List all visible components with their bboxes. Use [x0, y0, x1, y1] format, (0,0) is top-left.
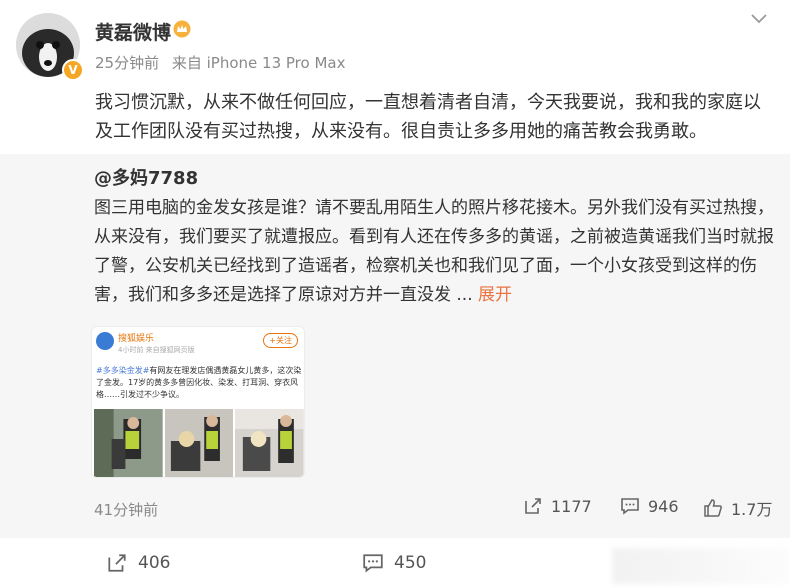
comment-count: 450 — [394, 553, 427, 573]
salon-photo-1 — [94, 409, 163, 477]
repost-button[interactable]: 406 — [106, 552, 170, 574]
quote-author[interactable]: @多妈7788 — [94, 164, 198, 190]
quoted-post[interactable]: @多妈7788 图三用电脑的金发女孩是谁？请不要乱用陌生人的照片移花接木。另外我… — [0, 154, 790, 538]
crown-icon — [173, 20, 191, 38]
quote-ellipsis: ... — [451, 285, 479, 305]
comment-button[interactable]: 450 — [362, 552, 426, 574]
expand-link[interactable]: 展开 — [478, 285, 512, 305]
image-header: 搜狐娱乐 4小时前 来自搜狐网页版 +关注 — [92, 327, 304, 361]
bottom-action-bar: 406 450 — [0, 538, 790, 588]
image-text: #多多染金发#有网友在理发店偶遇黄磊女儿黄多，这次染了金发。17岁的黄多多曾因化… — [96, 365, 302, 401]
post-source: 来自 iPhone 13 Pro Max — [171, 54, 346, 72]
image-follow-button: +关注 — [263, 333, 298, 348]
image-photos — [94, 409, 304, 477]
author-name[interactable]: 黄磊微博 — [95, 18, 171, 45]
quote-time: 41分钟前 — [94, 501, 159, 519]
image-account-name: 搜狐娱乐 — [118, 334, 155, 344]
repost-icon — [525, 498, 541, 514]
quote-like-count: 1.7万 — [731, 500, 773, 519]
post-time: 25分钟前 — [95, 54, 160, 72]
comment-icon — [363, 554, 383, 573]
verified-badge-icon: V — [62, 59, 84, 81]
quote-like-button[interactable]: 1.7万 — [703, 496, 772, 520]
salon-photo-3 — [235, 409, 304, 477]
image-avatar — [96, 332, 114, 350]
image-hashtag: #多多染金发# — [96, 366, 150, 375]
quote-body: 图三用电脑的金发女孩是谁？请不要乱用陌生人的照片移花接木。另外我们没有买过热搜，… — [94, 198, 774, 305]
post-meta: 25分钟前 来自 iPhone 13 Pro Max — [95, 52, 353, 73]
post-text: 我习惯沉默，从来不做任何回应，一直想着清者自清，今天我要说，我和我的家庭以及工作… — [95, 92, 761, 142]
image-meta: 4小时前 来自搜狐网页版 — [118, 346, 195, 354]
repost-icon — [108, 554, 126, 572]
quote-image[interactable]: 搜狐娱乐 4小时前 来自搜狐网页版 +关注 #多多染金发#有网友在理发店偶遇黄磊… — [91, 326, 305, 478]
quote-repost-button[interactable]: 1177 — [523, 496, 592, 516]
quote-comment-button[interactable]: 946 — [620, 496, 679, 516]
thumbs-up-icon — [704, 499, 722, 517]
blurred-region — [612, 548, 790, 584]
salon-photo-2 — [164, 409, 234, 477]
chevron-down-icon[interactable] — [750, 12, 768, 26]
repost-count: 406 — [138, 553, 171, 573]
comment-icon — [621, 498, 639, 515]
quote-text: 图三用电脑的金发女孩是谁？请不要乱用陌生人的照片移花接木。另外我们没有买过热搜，… — [94, 194, 774, 310]
quote-comment-count: 946 — [648, 496, 679, 516]
quote-repost-count: 1177 — [551, 496, 592, 516]
